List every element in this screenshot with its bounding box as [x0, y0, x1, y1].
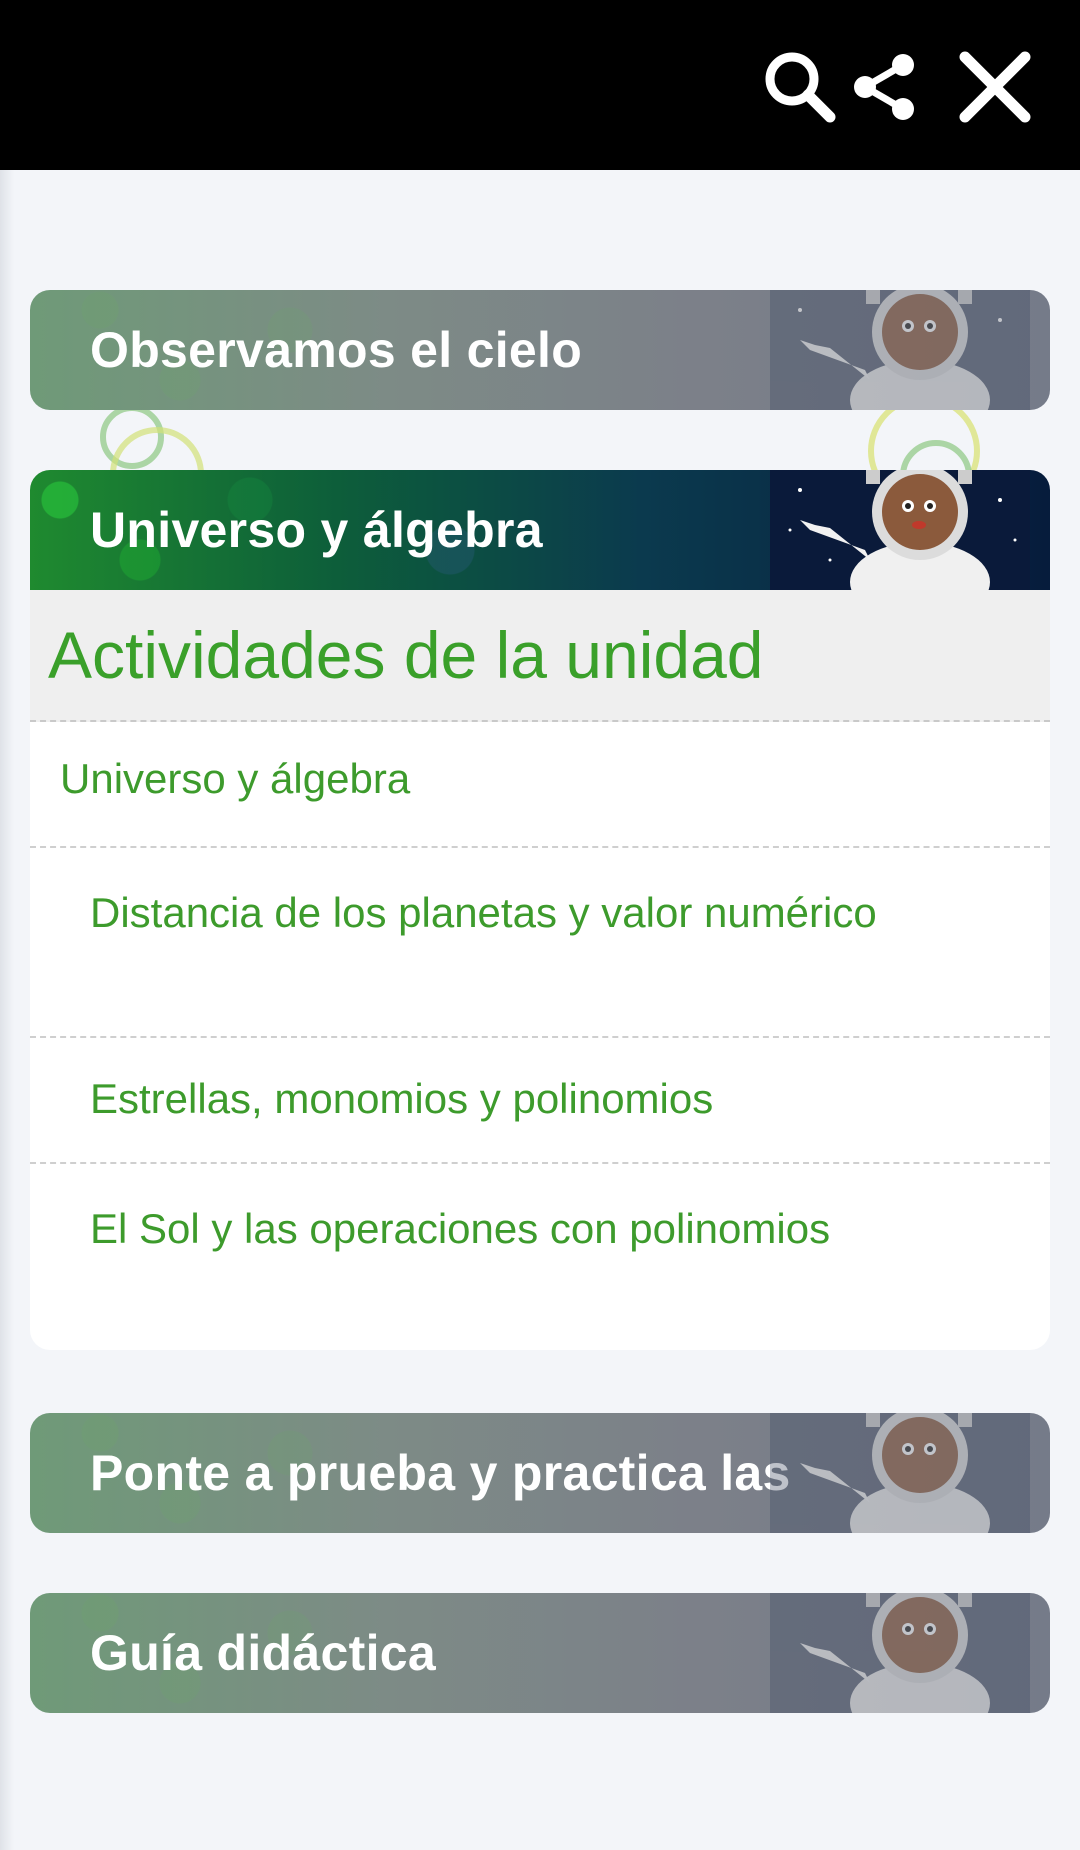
- section-observamos-el-cielo[interactable]: Observamos el cielo: [30, 290, 1050, 410]
- section-title: Universo y álgebra: [90, 502, 543, 558]
- top-bar: [0, 0, 1080, 170]
- astronaut-illustration: [770, 470, 1030, 590]
- panel-heading: Actividades de la unidad: [48, 618, 764, 692]
- section-universo-y-algebra[interactable]: Universo y álgebra: [30, 470, 1050, 590]
- content-area: Observamos el cielo Universo y álgebra A…: [0, 170, 1080, 1850]
- activities-panel: Actividades de la unidad Universo y álge…: [30, 590, 1050, 1350]
- section-ponte-a-prueba[interactable]: Ponte a prueba y practica las: [30, 1413, 1050, 1533]
- list-item[interactable]: El Sol y las operaciones con polinomios: [30, 1164, 1050, 1350]
- close-icon[interactable]: [950, 42, 1040, 132]
- list-item[interactable]: Universo y álgebra: [30, 722, 1050, 848]
- astronaut-illustration: [770, 1593, 1030, 1713]
- astronaut-illustration: [770, 1413, 1030, 1533]
- section-guia-didactica[interactable]: Guía didáctica: [30, 1593, 1050, 1713]
- panel-header: Actividades de la unidad: [30, 590, 1050, 722]
- list-item[interactable]: Distancia de los planetas y valor numéri…: [30, 848, 1050, 1038]
- search-icon[interactable]: [755, 42, 845, 132]
- astronaut-illustration: [770, 290, 1030, 410]
- section-title: Observamos el cielo: [90, 322, 583, 378]
- section-title: Ponte a prueba y practica las: [90, 1445, 791, 1501]
- section-title: Guía didáctica: [90, 1625, 436, 1681]
- share-icon[interactable]: [840, 42, 930, 132]
- list-item[interactable]: Estrellas, monomios y polinomios: [30, 1038, 1050, 1164]
